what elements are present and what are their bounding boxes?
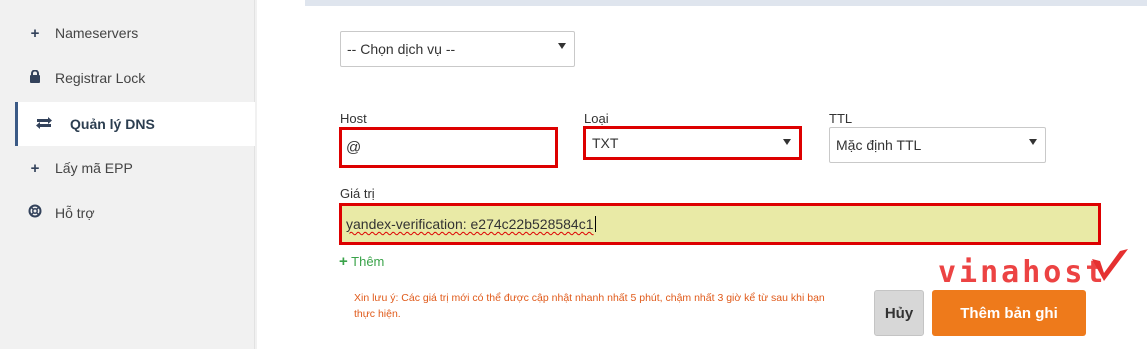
sidebar-item-nameservers[interactable]: + Nameservers bbox=[15, 11, 255, 55]
host-input[interactable]: @ bbox=[339, 127, 558, 168]
sidebar-item-registrar-lock[interactable]: Registrar Lock bbox=[15, 56, 255, 100]
type-value: TXT bbox=[592, 135, 619, 151]
ttl-value: Mặc định TTL bbox=[836, 137, 922, 153]
sidebar-item-dns[interactable]: Quản lý DNS bbox=[15, 102, 255, 146]
top-bar bbox=[305, 0, 1147, 6]
chevron-down-icon bbox=[1029, 139, 1037, 145]
sidebar-item-epp[interactable]: + Lấy mã EPP bbox=[15, 146, 255, 190]
lock-icon bbox=[15, 69, 55, 87]
chevron-down-icon bbox=[558, 43, 566, 49]
add-link-label: Thêm bbox=[351, 254, 385, 269]
sidebar-item-label: Hỗ trợ bbox=[55, 205, 95, 221]
refresh-icon bbox=[18, 116, 70, 133]
value-text: yandex-verification: e274c22b528584c1 bbox=[346, 216, 594, 232]
value-label: Giá trị bbox=[340, 186, 375, 201]
host-value: @ bbox=[346, 139, 362, 156]
sidebar-item-label: Registrar Lock bbox=[55, 70, 146, 86]
sidebar-item-label: Quản lý DNS bbox=[70, 116, 155, 132]
service-select[interactable]: -- Chọn dịch vụ -- bbox=[340, 31, 575, 67]
add-record-button[interactable]: Thêm bản ghi bbox=[932, 290, 1086, 336]
text-caret bbox=[594, 216, 596, 232]
host-label: Host bbox=[340, 111, 367, 126]
logo-text: vinahost bbox=[938, 255, 1107, 290]
vinahost-check-icon bbox=[1092, 249, 1128, 281]
add-record-link[interactable]: + Thêm bbox=[339, 253, 384, 270]
type-label: Loại bbox=[584, 111, 609, 126]
type-select[interactable]: TXT bbox=[583, 126, 802, 160]
chevron-down-icon bbox=[783, 139, 791, 145]
cancel-button[interactable]: Hủy bbox=[874, 290, 924, 336]
plus-icon: + bbox=[339, 253, 348, 270]
service-select-value: -- Chọn dịch vụ -- bbox=[347, 41, 456, 57]
sidebar-item-label: Nameservers bbox=[55, 25, 139, 41]
vinahost-logo: vinahost bbox=[938, 255, 1107, 290]
plus-icon: + bbox=[30, 159, 40, 177]
value-input[interactable]: yandex-verification: e274c22b528584c1 bbox=[339, 203, 1101, 245]
lifebuoy-icon bbox=[15, 204, 55, 222]
sidebar-item-label: Lấy mã EPP bbox=[55, 160, 133, 176]
ttl-select[interactable]: Mặc định TTL bbox=[829, 127, 1046, 163]
plus-icon: + bbox=[30, 24, 40, 42]
ttl-label: TTL bbox=[829, 111, 853, 126]
sidebar-item-support[interactable]: Hỗ trợ bbox=[15, 191, 255, 235]
sidebar: + Nameservers Registrar Lock Quản lý DNS… bbox=[0, 0, 255, 349]
note-text: Xin lưu ý: Các giá trị mới có thể được c… bbox=[354, 292, 825, 320]
